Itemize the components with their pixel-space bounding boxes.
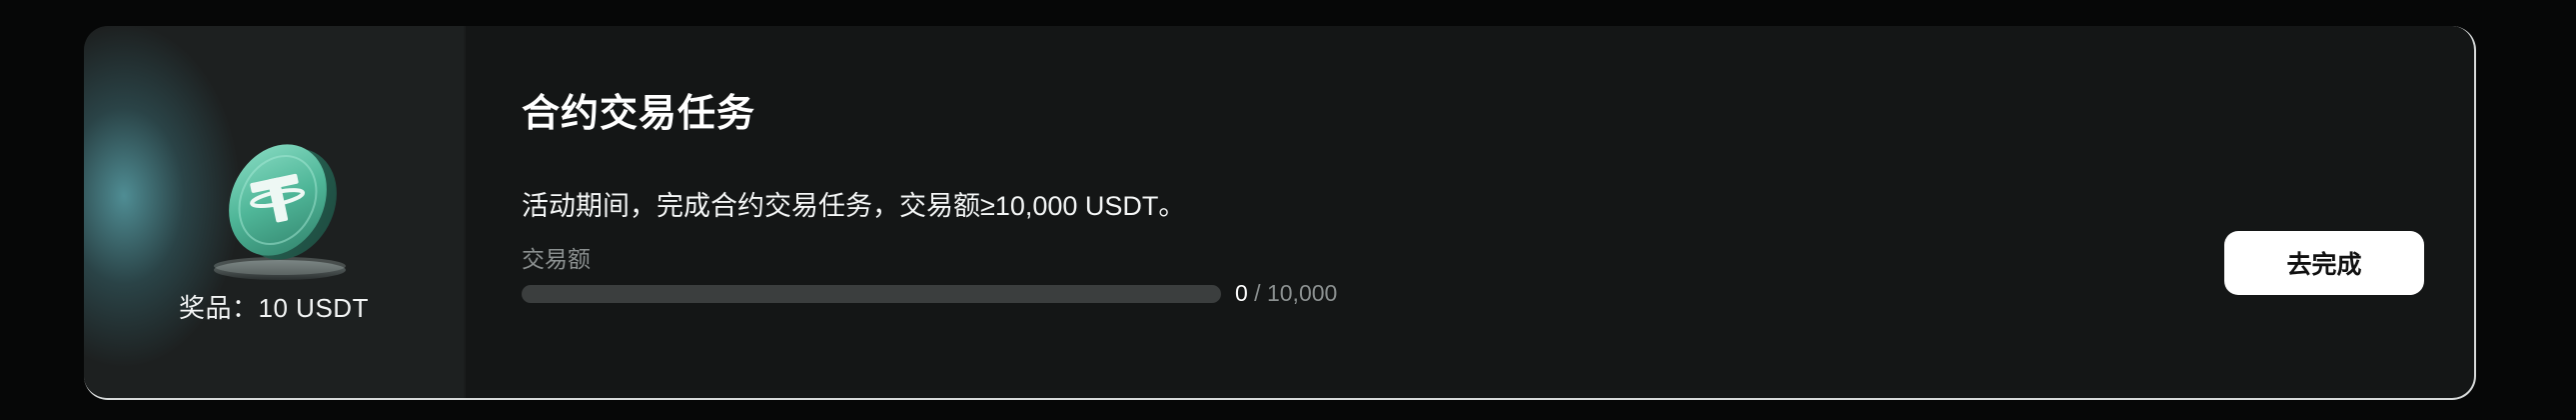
progress-target: 10,000 [1266, 280, 1338, 306]
progress-count: 0 / 10,000 [1235, 280, 1337, 307]
progress-label: 交易额 [522, 246, 591, 272]
progress-bar [522, 285, 1221, 303]
progress-separator: / [1247, 280, 1267, 306]
task-title: 合约交易任务 [522, 93, 756, 135]
task-card: 奖品：10 USDT 合约交易任务 活动期间，完成合约交易任务，交易额≥10,0… [84, 26, 2476, 400]
progress-current: 0 [1235, 280, 1248, 306]
reward-panel: 奖品：10 USDT [84, 26, 466, 398]
complete-task-button[interactable]: 去完成 [2224, 231, 2424, 295]
usdt-coin-icon [202, 130, 362, 290]
task-description: 活动期间，完成合约交易任务，交易额≥10,000 USDT。 [522, 191, 1186, 221]
reward-label: 奖品：10 USDT [179, 293, 369, 323]
